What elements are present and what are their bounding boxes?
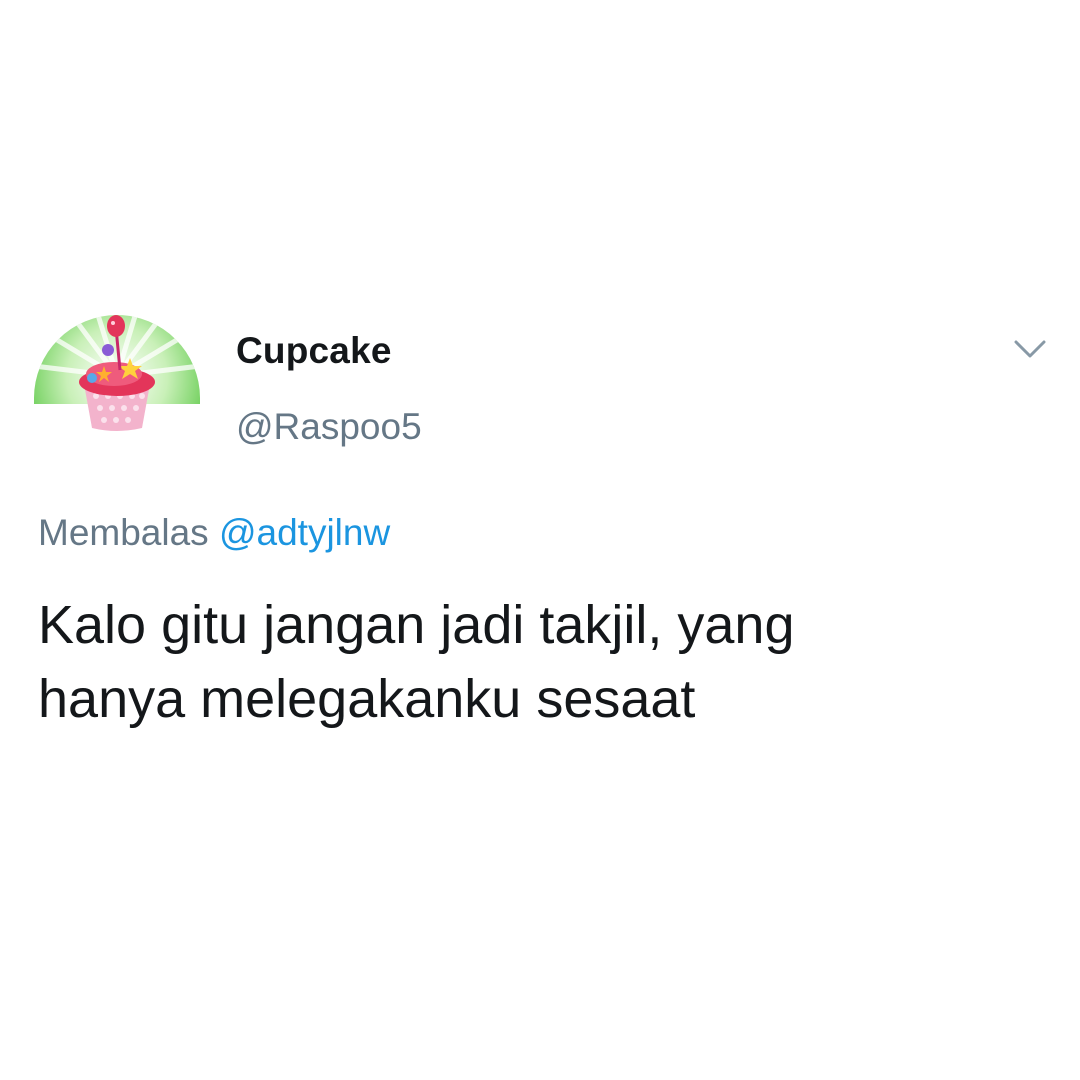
- display-name[interactable]: Cupcake: [236, 330, 392, 372]
- tweet-text-line: hanya melegakanku sesaat: [38, 669, 696, 729]
- tweet-text: Kalo gitu jangan jadi takjil, yang hanya…: [38, 588, 1038, 736]
- cupcake-avatar-icon: [34, 315, 200, 431]
- user-handle[interactable]: @Raspoo5: [236, 406, 422, 448]
- avatar[interactable]: [34, 286, 200, 452]
- tweet-card[interactable]: Cupcake @Raspoo5 Membalas @adtyjlnw Kalo…: [0, 0, 1080, 1080]
- reply-mention-link[interactable]: @adtyjlnw: [219, 512, 390, 553]
- reply-prefix: Membalas: [38, 512, 209, 553]
- reply-context: Membalas @adtyjlnw: [38, 512, 390, 554]
- tweet-text-line: Kalo gitu jangan jadi takjil, yang: [38, 595, 795, 655]
- chevron-down-icon: [1014, 340, 1046, 358]
- tweet-menu-button[interactable]: [1010, 334, 1050, 364]
